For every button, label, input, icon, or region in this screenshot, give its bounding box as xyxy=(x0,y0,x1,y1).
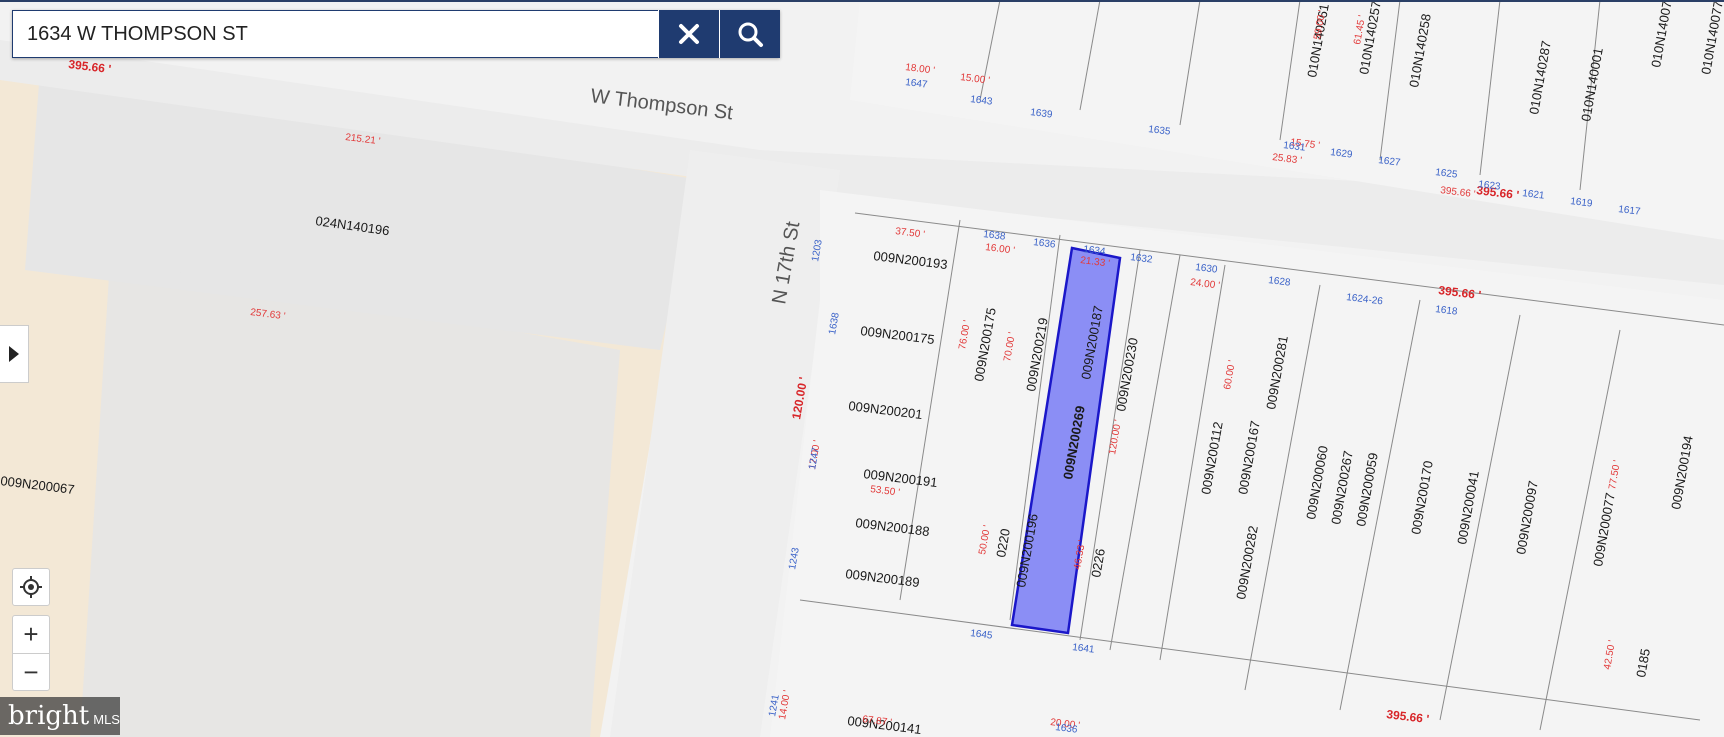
chevron-right-icon xyxy=(9,346,19,362)
logo-suffix: MLS xyxy=(93,712,120,727)
zoom-out-button[interactable]: − xyxy=(13,653,49,691)
locate-button[interactable] xyxy=(12,568,50,606)
top-border xyxy=(0,0,1724,2)
side-panel-toggle[interactable] xyxy=(0,325,29,383)
street-label-thompson: W Thompson St xyxy=(589,85,734,124)
clear-button[interactable] xyxy=(658,10,719,58)
search-input[interactable] xyxy=(12,10,658,58)
close-icon xyxy=(679,24,699,44)
zoom-control: + − xyxy=(12,615,50,691)
logo-brand: bright xyxy=(8,701,90,731)
zoom-in-button[interactable]: + xyxy=(13,616,49,653)
search-button[interactable] xyxy=(719,10,780,58)
search-icon xyxy=(738,22,763,47)
bright-mls-logo: bright MLS xyxy=(0,697,120,735)
parcel-map[interactable]: W Thompson St N 17th St 024N140196009N20… xyxy=(0,0,1724,737)
search-bar xyxy=(12,10,780,58)
locate-icon xyxy=(20,576,42,598)
